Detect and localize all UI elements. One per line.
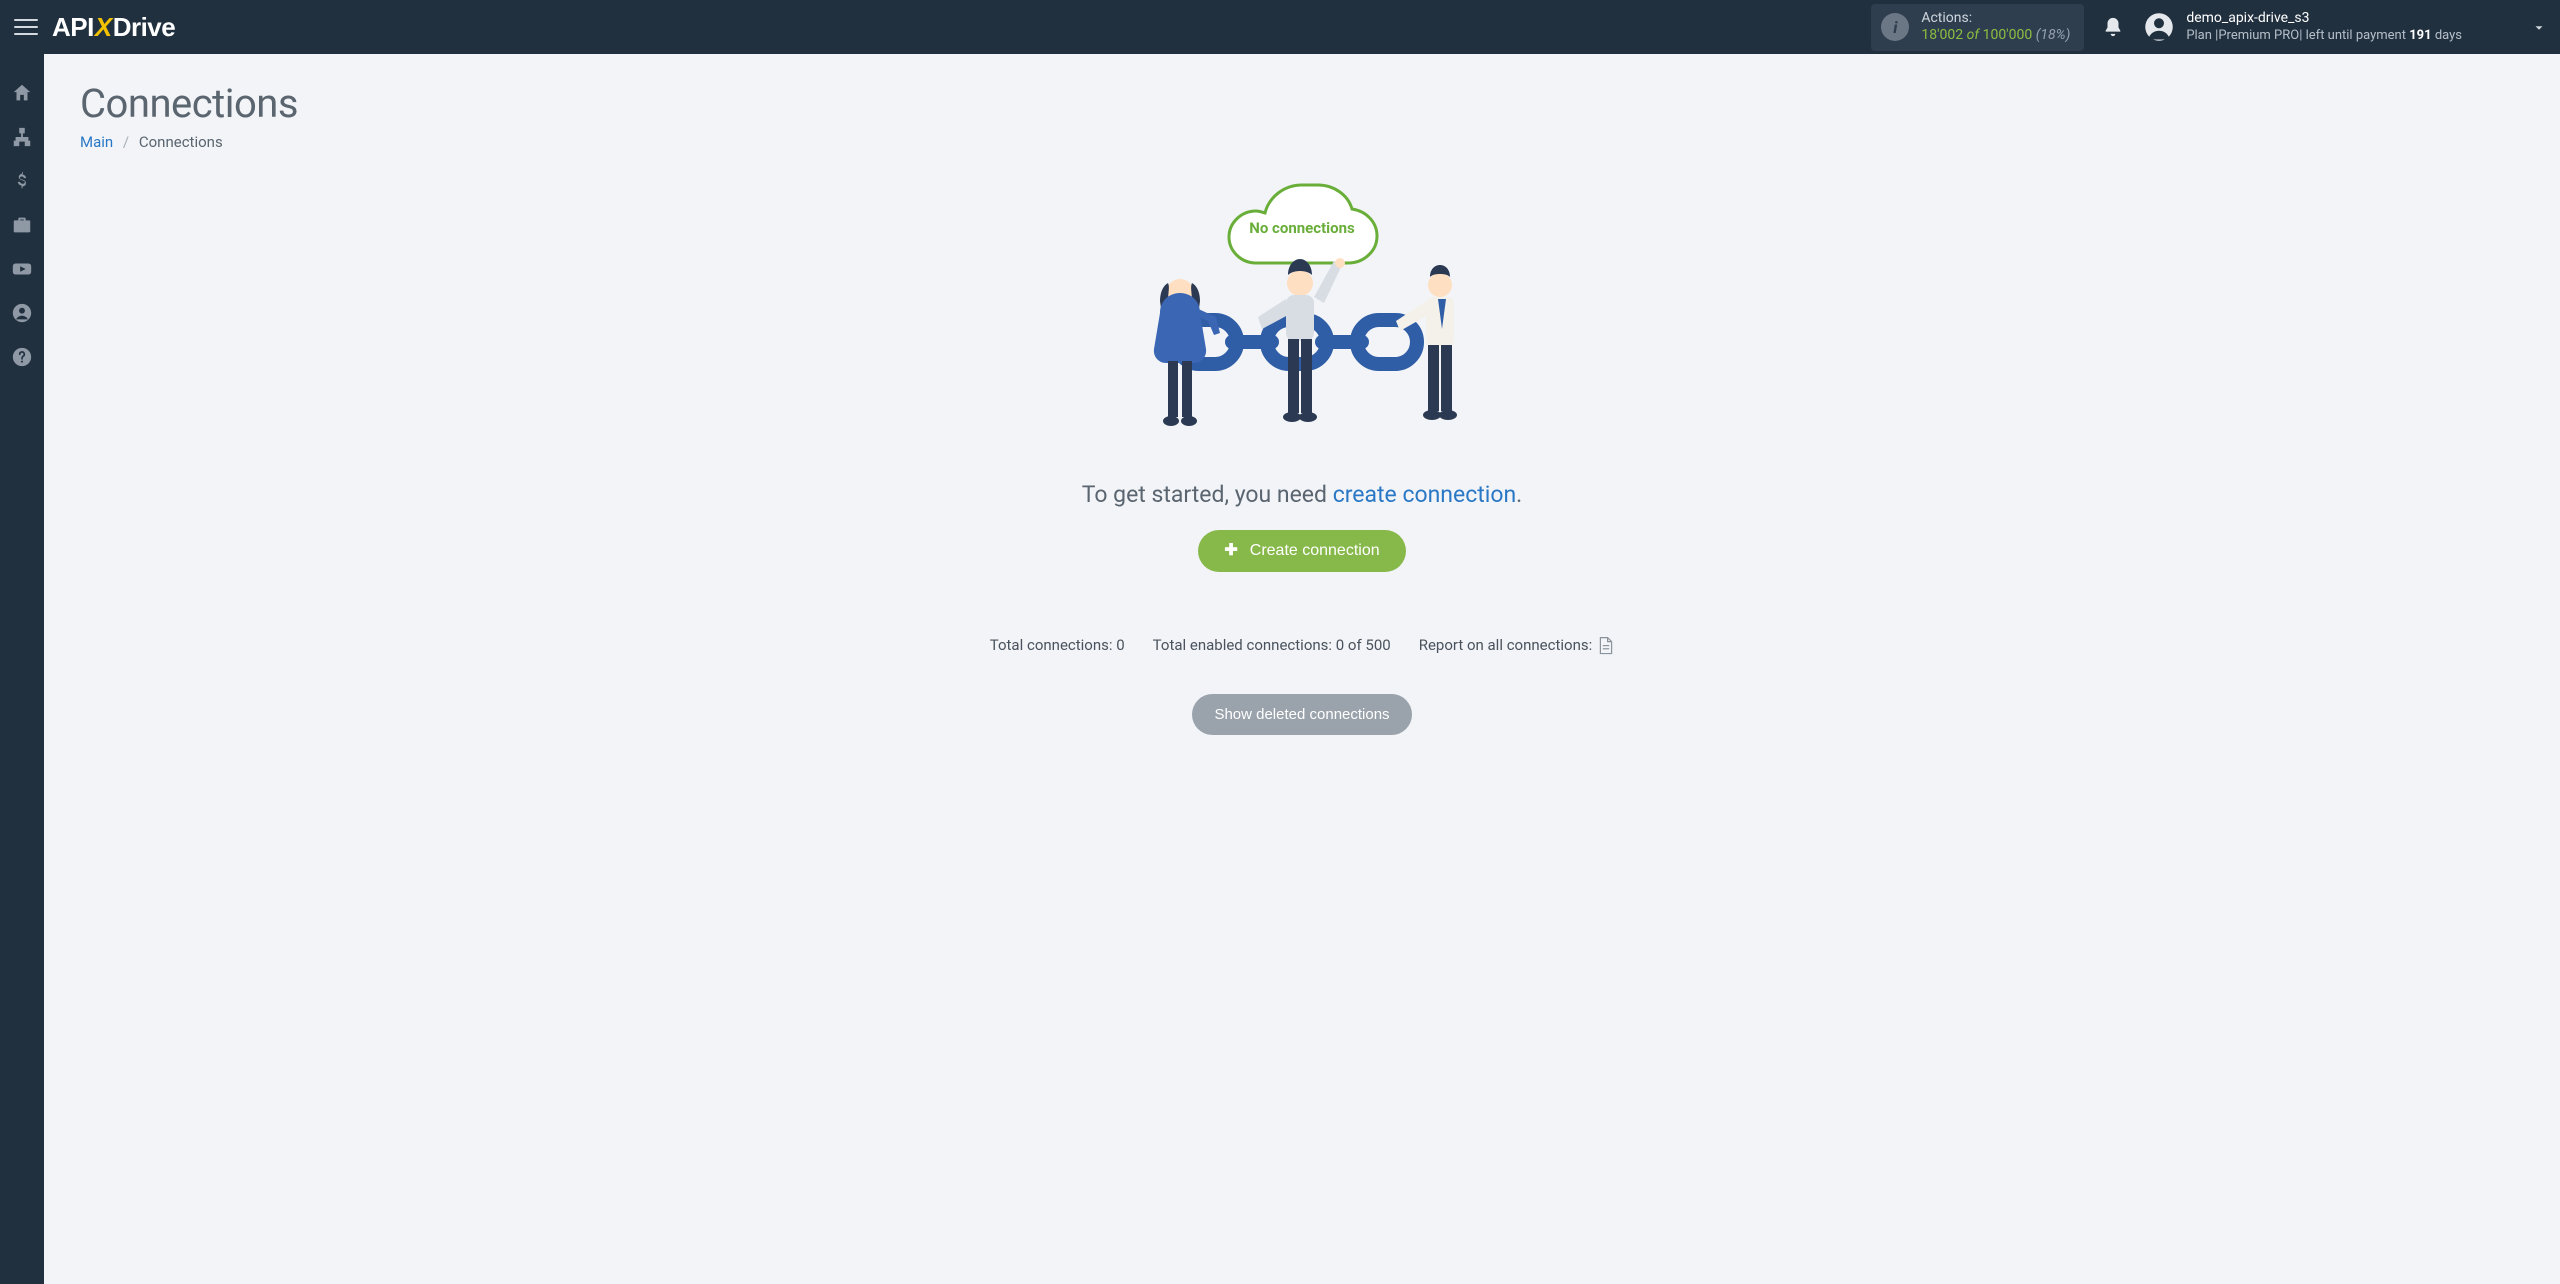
actions-of: of — [1967, 27, 1979, 43]
sidebar-help-icon[interactable] — [11, 346, 33, 368]
chevron-down-icon — [2532, 20, 2546, 34]
breadcrumb-main-link[interactable]: Main — [80, 133, 113, 151]
empty-illustration: No connections — [1122, 175, 1482, 455]
enabled-connections: Total enabled connections: 0 of 500 — [1153, 636, 1391, 654]
sidebar-home-icon[interactable] — [11, 82, 33, 104]
sidebar-briefcase-icon[interactable] — [11, 214, 33, 236]
show-deleted-button[interactable]: Show deleted connections — [1192, 694, 1411, 735]
actions-percent: (18%) — [2036, 27, 2071, 43]
report-link[interactable]: Report on all connections: — [1419, 636, 1615, 654]
sidebar-account-icon[interactable] — [11, 302, 33, 324]
user-text: demo_apix-drive_s3 Plan |Premium PRO| le… — [2186, 10, 2462, 44]
create-connection-button[interactable]: ✚ Create connection — [1198, 530, 1405, 572]
logo[interactable]: APIXDrive — [52, 12, 175, 43]
actions-box[interactable]: i Actions: 18'002 of 100'000 (18%) — [1871, 4, 2084, 51]
sidebar-billing-icon[interactable] — [11, 170, 33, 192]
main-content: Connections Main / Connections No connec… — [44, 54, 2560, 1284]
breadcrumb-current: Connections — [139, 133, 223, 151]
file-icon — [1598, 636, 1614, 654]
empty-state: No connections — [80, 175, 2524, 735]
logo-text-x: X — [95, 12, 112, 43]
logo-text-api: API — [52, 12, 94, 43]
page-title: Connections — [80, 80, 2524, 127]
actions-count: 18'002 — [1921, 27, 1963, 43]
user-plan: Plan |Premium PRO| left until payment 19… — [2186, 28, 2462, 44]
stats-row: Total connections: 0 Total enabled conne… — [990, 636, 1615, 654]
hamburger-menu-button[interactable] — [14, 15, 38, 39]
info-icon: i — [1881, 13, 1909, 41]
actions-total: 100'000 — [1983, 27, 2033, 43]
user-avatar-icon — [2144, 12, 2174, 42]
actions-label: Actions: — [1921, 10, 2070, 28]
create-button-label: Create connection — [1250, 542, 1380, 560]
start-text: To get started, you need create connecti… — [1082, 481, 1523, 508]
total-connections: Total connections: 0 — [990, 636, 1125, 654]
cloud-text: No connections — [1249, 219, 1355, 237]
user-name: demo_apix-drive_s3 — [2186, 10, 2462, 28]
user-menu[interactable]: demo_apix-drive_s3 Plan |Premium PRO| le… — [2144, 10, 2546, 44]
topbar: APIXDrive i Actions: 18'002 of 100'000 (… — [0, 0, 2560, 54]
sidebar-video-icon[interactable] — [11, 258, 33, 280]
sidebar — [0, 54, 44, 1284]
logo-text-drive: Drive — [113, 12, 176, 43]
plus-icon: ✚ — [1224, 543, 1237, 559]
breadcrumb: Main / Connections — [80, 133, 2524, 151]
sidebar-sitemap-icon[interactable] — [11, 126, 33, 148]
breadcrumb-sep: / — [123, 133, 129, 151]
create-connection-link[interactable]: create connection — [1333, 481, 1516, 508]
notifications-bell-icon[interactable] — [2102, 16, 2124, 38]
